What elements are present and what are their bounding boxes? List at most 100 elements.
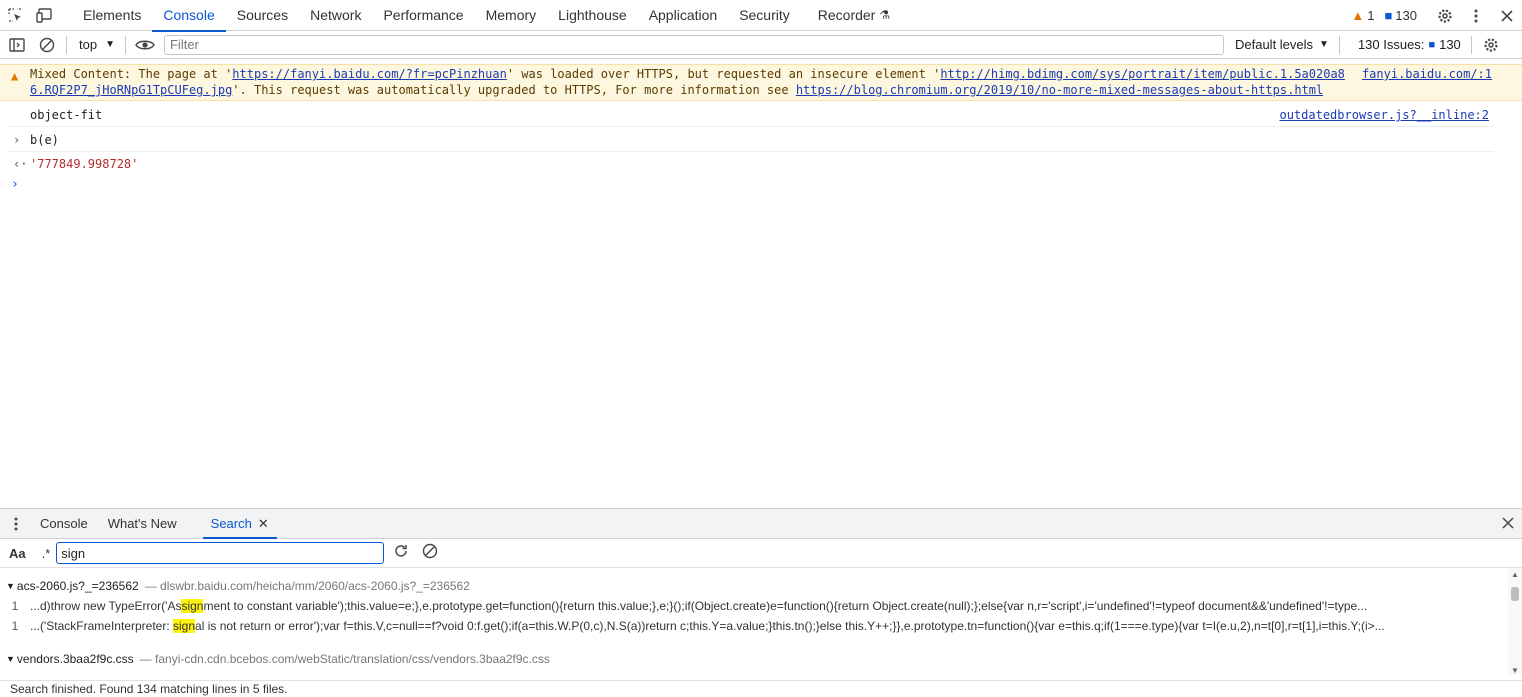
inspect-element-icon[interactable] — [0, 0, 30, 31]
clear-console-icon[interactable] — [32, 31, 62, 59]
result-line[interactable]: 1 ...d)throw new TypeError('Assignment t… — [0, 596, 1504, 616]
issues-count: 130 — [1439, 37, 1461, 52]
tab-recorder[interactable]: Recorder ⚗ — [807, 0, 901, 31]
message-icon: ■ — [1428, 38, 1436, 51]
log-source-link[interactable]: outdatedbrowser.js?__inline:2 — [1279, 107, 1489, 123]
dropdown-arrow-icon: ▼ — [1319, 39, 1329, 50]
issues-counter[interactable]: 130 Issues: ■ 130 — [1358, 37, 1461, 52]
messages-count: 130 — [1395, 8, 1417, 23]
result-arrow-icon: ‹· — [13, 157, 28, 171]
clear-search-icon[interactable] — [422, 543, 438, 564]
insecure-url-link[interactable]: http://himg.bdimg.com/sys/portrait/item/… — [940, 67, 1345, 81]
scrollbar-thumb[interactable] — [1511, 587, 1519, 601]
result-file-name: acs-2060.js?_=236562 — [16, 579, 139, 593]
message-icon: ■ — [1384, 8, 1393, 23]
live-expression-eye-icon[interactable] — [130, 31, 160, 59]
expand-triangle-icon[interactable]: ▼ — [6, 581, 15, 591]
log-levels-label: Default levels — [1234, 37, 1314, 52]
tab-elements[interactable]: Elements — [72, 0, 152, 31]
warning-mid: ' was loaded over HTTPS, but requested a… — [506, 67, 941, 81]
close-drawer-icon[interactable] — [1502, 516, 1514, 534]
drawer-tab-whats-new[interactable]: What's New — [100, 509, 185, 539]
refresh-icon[interactable] — [393, 543, 409, 564]
insecure-url-link-cont[interactable]: 6.RQF2P7_jHoRNpG1TpCUFeg.jpg — [30, 83, 232, 97]
blog-url-link[interactable]: https://blog.chromium.org/2019/10/no-mor… — [796, 83, 1323, 97]
tab-lighthouse[interactable]: Lighthouse — [547, 0, 638, 31]
context-selector[interactable]: top ▼ — [79, 37, 115, 52]
warning-mid2: '. This request was automatically upgrad… — [232, 83, 796, 97]
match-case-button[interactable]: Aa — [9, 546, 26, 561]
sidebar-toggle-icon[interactable] — [2, 31, 32, 59]
close-tab-icon[interactable]: ✕ — [258, 516, 269, 532]
toolbar-divider — [1338, 35, 1340, 54]
result-file-path-text: fanyi-cdn.cdn.bcebos.com/webStatic/trans… — [155, 652, 550, 666]
tab-application[interactable]: Application — [638, 0, 729, 31]
drawer-menu-icon[interactable] — [0, 517, 32, 531]
settings-gear-icon[interactable] — [1429, 0, 1460, 31]
console-settings-gear-icon[interactable] — [1476, 31, 1506, 59]
page-url-link[interactable]: https://fanyi.baidu.com/?fr=pcPinzhuan — [232, 67, 507, 81]
warning-triangle-icon: ▲ — [1351, 8, 1365, 23]
result-file-name: vendors.3baa2f9c.css — [16, 652, 134, 666]
result-file-header[interactable]: ▼ vendors.3baa2f9c.css — fanyi-cdn.cdn.b… — [0, 649, 550, 669]
tab-network[interactable]: Network — [299, 0, 372, 31]
expand-chevron-icon[interactable]: › — [13, 132, 20, 148]
filter-input[interactable]: Filter — [163, 34, 1224, 55]
tab-security[interactable]: Security — [728, 0, 801, 31]
drawer-tab-console[interactable]: Console — [32, 509, 96, 539]
result-file-path: — fanyi-cdn.cdn.bcebos.com/webStatic/tra… — [139, 652, 550, 666]
messages-counter[interactable]: ■ 130 — [1384, 8, 1417, 23]
devtools-main-tabbar: Elements Console Sources Network Perform… — [0, 0, 1522, 32]
console-toolbar: top ▼ Filter Default levels ▼ 130 Issues… — [0, 31, 1522, 59]
result-value: '777849.998728' — [30, 157, 139, 171]
warning-triangle-icon: ▲ — [11, 69, 19, 83]
expand-triangle-icon[interactable]: ▼ — [6, 654, 15, 664]
result-line-number: 1 — [11, 599, 19, 613]
message-divider — [8, 151, 1494, 152]
tab-memory[interactable]: Memory — [475, 0, 548, 31]
issues-label: 130 Issues: — [1357, 37, 1425, 52]
result-file-header[interactable]: ▼ acs-2060.js?_=236562 — dlswbr.baidu.co… — [0, 576, 470, 596]
result-match: sign — [181, 599, 204, 613]
result-line[interactable]: 1 ...('StackFrameInterpreter: signal is … — [0, 616, 1504, 636]
tab-sources[interactable]: Sources — [226, 0, 299, 31]
flask-icon: ⚗ — [879, 8, 891, 22]
regex-button[interactable]: .* — [42, 546, 51, 561]
console-prompt-icon[interactable]: › — [11, 177, 19, 192]
close-devtools-icon[interactable] — [1491, 0, 1522, 31]
log-message: object-fit outdatedbrowser.js?__inline:2 — [0, 107, 1522, 125]
drawer-tab-search-label: Search — [210, 516, 252, 531]
search-input[interactable]: sign — [56, 542, 385, 564]
console-result-entry: ‹· '777849.998728' — [0, 156, 1522, 174]
tab-console[interactable]: Console — [152, 0, 227, 32]
result-line-code: ...('StackFrameInterpreter: signal is no… — [30, 619, 1504, 633]
more-options-icon[interactable] — [1460, 0, 1491, 31]
results-scrollbar[interactable]: ▲ ▼ — [1508, 568, 1522, 675]
toolbar-divider — [124, 35, 126, 54]
warnings-count: 1 — [1367, 8, 1375, 23]
input-expression: b(e) — [30, 133, 59, 147]
result-pre: ...d)throw new TypeError('As — [30, 599, 182, 613]
search-toolbar: Aa .* sign — [0, 539, 1522, 568]
device-toolbar-icon[interactable] — [30, 0, 60, 31]
console-input-entry: › b(e) — [0, 132, 1522, 150]
warning-prefix: Mixed Content: The page at ' — [30, 67, 233, 81]
message-divider — [8, 126, 1494, 127]
drawer-tabbar: Console What's New Search ✕ — [0, 508, 1522, 539]
result-post: al is not return or error');var f=this.V… — [195, 619, 1385, 633]
scroll-up-icon[interactable]: ▲ — [1511, 570, 1519, 579]
result-match: sign — [173, 619, 196, 633]
scroll-down-icon[interactable]: ▼ — [1511, 666, 1519, 675]
warnings-counter[interactable]: ▲ 1 — [1351, 8, 1374, 23]
toolbar-divider — [1470, 35, 1472, 54]
warning-source-link[interactable]: fanyi.baidu.com/:1 — [1362, 66, 1492, 82]
log-text: object-fit — [30, 108, 103, 122]
result-file-path-text: dlswbr.baidu.com/heicha/mm/2060/acs-2060… — [160, 579, 470, 593]
result-file-path: — dlswbr.baidu.com/heicha/mm/2060/acs-20… — [144, 579, 470, 593]
dropdown-arrow-icon: ▼ — [105, 39, 115, 50]
log-levels-dropdown[interactable]: Default levels ▼ — [1235, 37, 1329, 52]
tab-performance[interactable]: Performance — [372, 0, 474, 31]
drawer-tab-search[interactable]: Search ✕ — [202, 509, 277, 539]
result-post: ment to constant variable');this.value=e… — [203, 599, 1368, 613]
search-results: ▼ acs-2060.js?_=236562 — dlswbr.baidu.co… — [0, 568, 1508, 675]
